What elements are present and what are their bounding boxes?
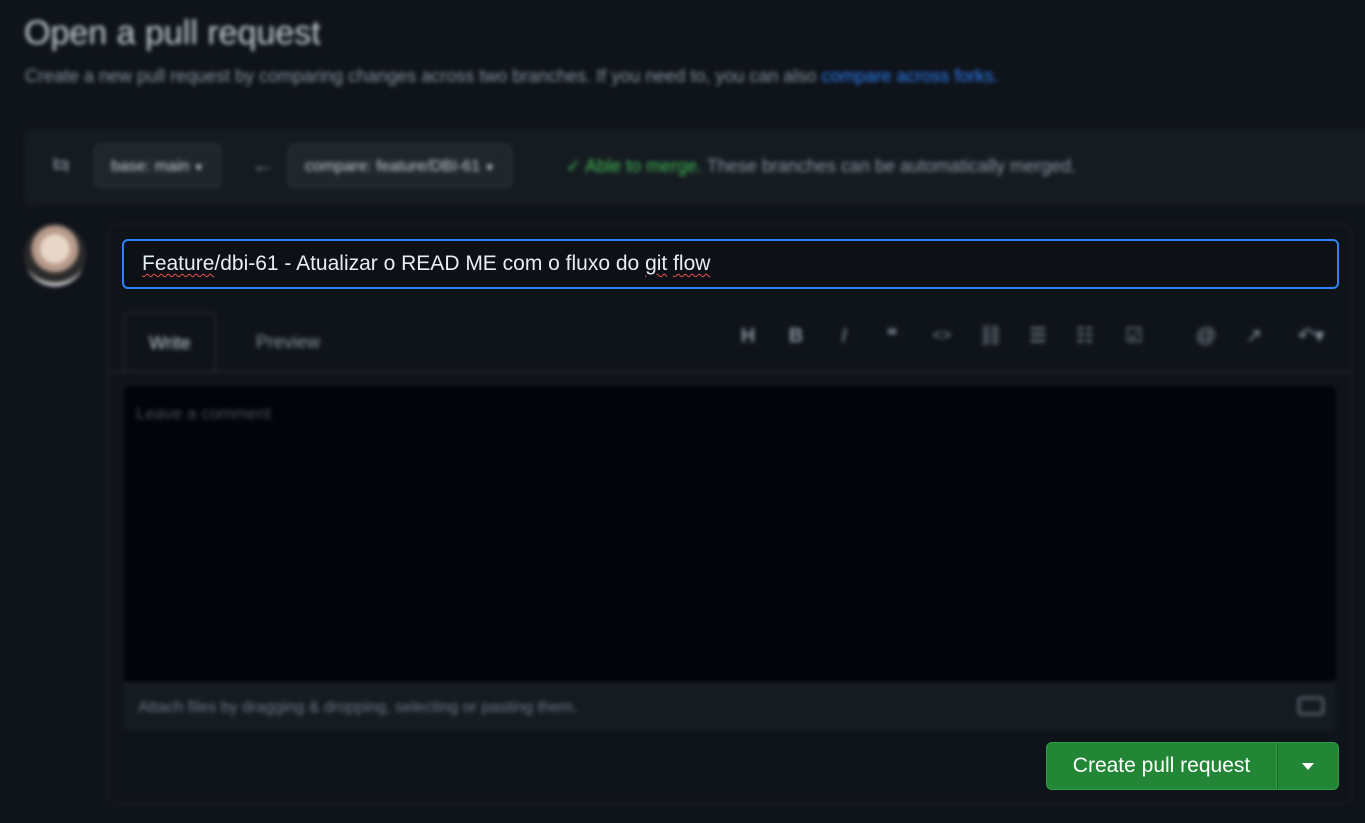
comment-textarea[interactable]: Leave a comment <box>124 386 1336 682</box>
base-branch-select[interactable]: base: main ▼ <box>94 144 222 188</box>
title-text-part: Feature <box>142 252 215 275</box>
bold-icon[interactable]: B <box>784 322 808 350</box>
subtitle-text: Create a new pull request by comparing c… <box>25 66 817 86</box>
compare-forks-link[interactable]: compare across forks. <box>821 66 998 86</box>
ordered-list-icon[interactable]: ☰ <box>1026 322 1050 350</box>
title-text-part: /dbi-61 - Atualizar o READ ME com o flux… <box>214 252 646 275</box>
chevron-down-icon: ▼ <box>484 162 496 174</box>
attach-files-bar[interactable]: Attach files by dragging & dropping, sel… <box>124 682 1336 731</box>
page-subtitle: Create a new pull request by comparing c… <box>25 66 999 87</box>
merge-ok-text: Able to merge. <box>585 156 703 176</box>
heading-icon[interactable]: H <box>736 322 760 350</box>
pr-title-input[interactable]: Feature/dbi-61 - Atualizar o READ ME com… <box>122 239 1339 289</box>
caret-down-icon <box>1302 762 1314 770</box>
reference-icon[interactable]: ↗ <box>1242 322 1266 350</box>
title-text-part: git <box>645 252 668 275</box>
create-pull-request-button[interactable]: Create pull request <box>1046 742 1277 790</box>
compare-bar: base: main ▼ ← compare: feature/DBI-61 ▼ ✓… <box>24 128 1365 206</box>
merge-detail-text: These branches can be automatically merg… <box>706 156 1077 176</box>
unordered-list-icon[interactable]: ☷ <box>1073 322 1097 350</box>
italic-icon[interactable]: I <box>832 322 856 350</box>
compare-branch-label: compare: feature/DBI-61 <box>305 158 481 175</box>
title-text-part: flow <box>673 252 711 275</box>
attach-files-text: Attach files by dragging & dropping, sel… <box>138 699 578 716</box>
arrow-left-icon: ← <box>252 152 274 177</box>
check-icon: ✓ <box>566 156 582 176</box>
comment-placeholder: Leave a comment <box>136 404 272 423</box>
page-title: Open a pull request <box>24 14 321 52</box>
compare-swap-icon[interactable] <box>50 154 72 176</box>
markdown-icon <box>1298 697 1324 715</box>
tab-preview[interactable]: Preview <box>232 312 344 372</box>
merge-status: ✓ Able to merge. These branches can be a… <box>566 156 1076 177</box>
compare-branch-select[interactable]: compare: feature/DBI-61 ▼ <box>288 144 513 188</box>
tasklist-icon[interactable]: ☑ <box>1122 322 1146 350</box>
create-options-dropdown[interactable] <box>1277 742 1339 790</box>
chevron-down-icon: ▼ <box>193 162 205 174</box>
code-icon[interactable]: <> <box>930 322 954 350</box>
link-icon[interactable]: ⛓ <box>978 322 1003 350</box>
reply-icon[interactable]: ↶▾ <box>1292 322 1330 350</box>
mention-icon[interactable]: @ <box>1194 322 1218 350</box>
tab-divider <box>108 371 1350 372</box>
create-pr-button-group: Create pull request <box>1046 742 1339 790</box>
quote-icon[interactable]: ❝ <box>880 322 904 350</box>
tab-write[interactable]: Write <box>124 312 216 373</box>
base-branch-label: base: main <box>111 158 190 175</box>
avatar[interactable] <box>24 224 86 286</box>
